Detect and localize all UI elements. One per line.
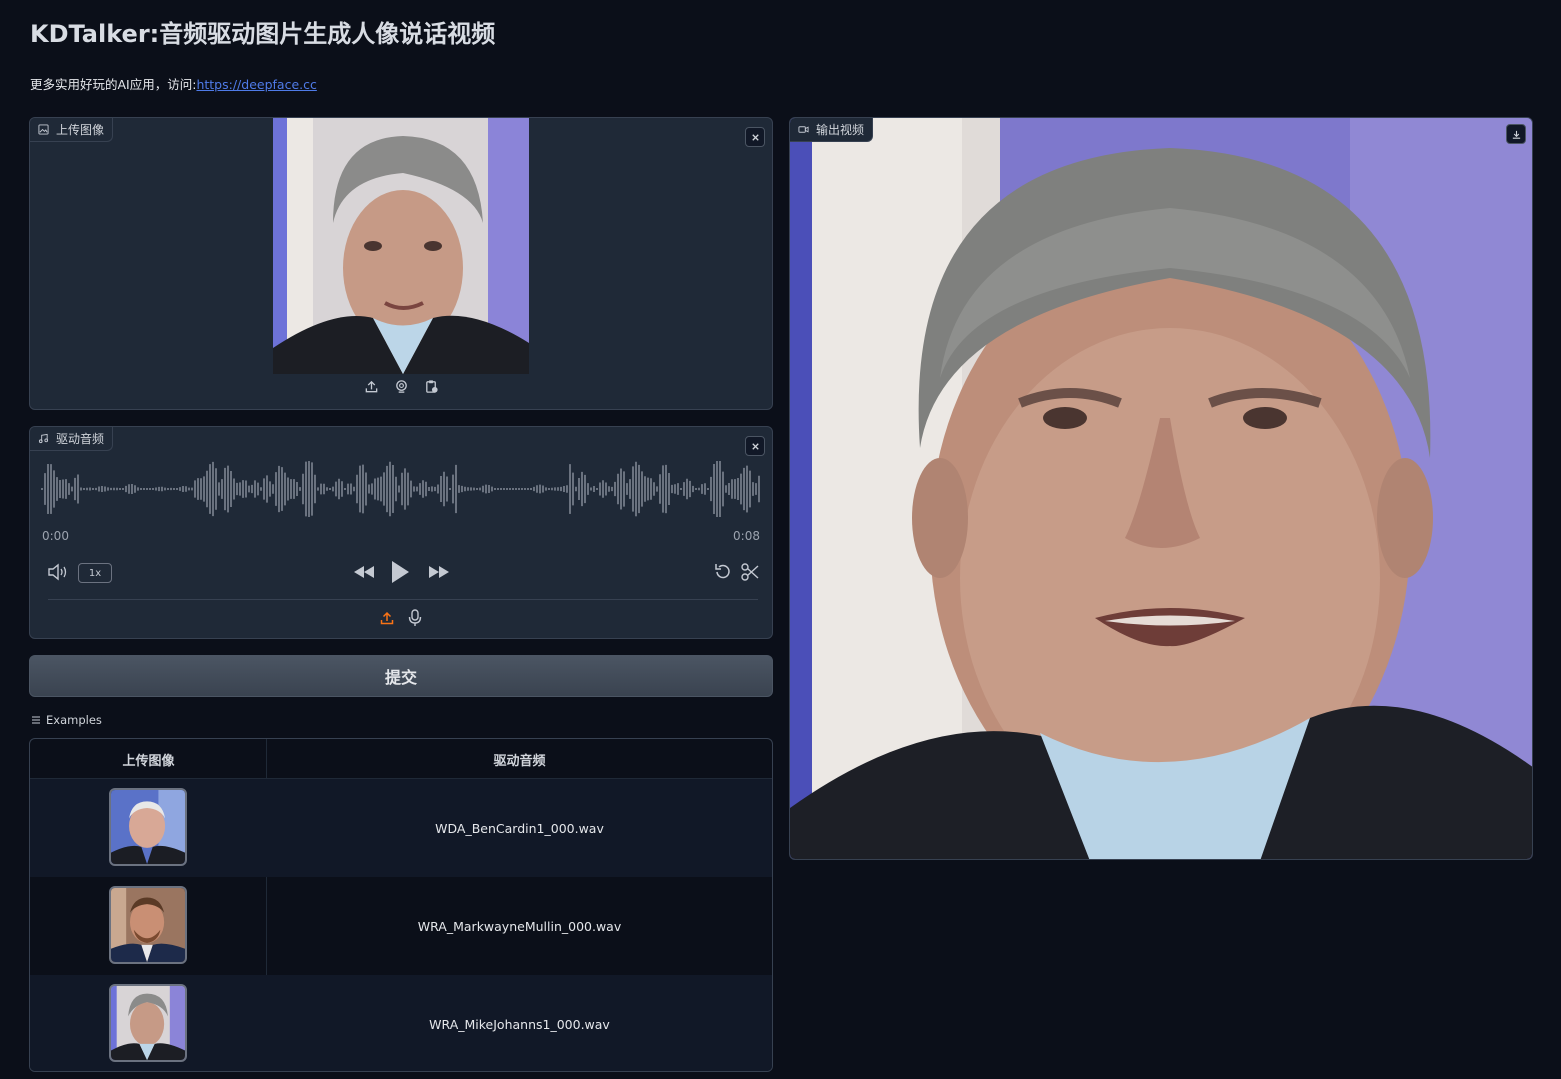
close-icon: [751, 133, 759, 141]
output-video-label-text: 输出视频: [816, 123, 865, 137]
playback-speed-button[interactable]: 1x: [78, 563, 112, 583]
download-icon: [1512, 130, 1520, 139]
upload-image-label: 上传图像: [30, 118, 114, 142]
examples-table: 上传图像 驱动音频 WDA_BenCardin1_000.wav WRA_Mar…: [29, 738, 773, 1072]
upload-icon[interactable]: [379, 609, 395, 627]
play-icon[interactable]: [388, 559, 412, 585]
undo-icon[interactable]: [712, 562, 734, 582]
submit-button[interactable]: 提交: [29, 655, 773, 697]
example-thumbnail: [109, 788, 187, 866]
examples-header-image: 上传图像: [122, 753, 175, 769]
upload-icon[interactable]: [363, 378, 379, 394]
deepface-link[interactable]: https://deepface.cc: [196, 77, 316, 92]
example-audio-filename: WDA_BenCardin1_000.wav: [435, 820, 604, 836]
scissors-icon[interactable]: [739, 562, 761, 582]
example-row-2[interactable]: WRA_MarkwayneMullin_000.wav: [30, 877, 772, 975]
music-note-icon: [38, 433, 49, 444]
output-video-label: 输出视频: [790, 118, 874, 142]
close-icon: [751, 442, 759, 450]
examples-header-row: 上传图像 驱动音频: [30, 739, 772, 779]
example-audio-filename: WRA_MarkwayneMullin_000.wav: [417, 918, 622, 934]
subtitle: 更多实用好玩的AI应用，访问:https://deepface.cc: [30, 74, 317, 93]
volume-icon[interactable]: [46, 562, 70, 582]
list-icon: [32, 716, 40, 724]
example-audio-filename: WRA_MikeJohanns1_000.wav: [429, 1016, 610, 1032]
driving-audio-label: 驱动音频: [30, 427, 114, 451]
audio-source-options: [30, 609, 772, 627]
audio-divider: [48, 599, 758, 600]
clipboard-icon[interactable]: [423, 378, 439, 394]
output-video-frame[interactable]: [790, 118, 1532, 859]
fast-forward-icon[interactable]: [426, 563, 452, 581]
example-thumbnail: [109, 886, 187, 964]
clear-image-button[interactable]: [745, 127, 765, 147]
example-thumbnail: [109, 984, 187, 1062]
page-title: KDTalker:音频驱动图片生成人像说话视频: [30, 20, 496, 48]
driving-audio-label-text: 驱动音频: [56, 432, 105, 446]
audio-waveform[interactable]: [41, 461, 761, 517]
image-source-options: [30, 378, 772, 394]
output-video-panel[interactable]: 输出视频: [789, 117, 1533, 860]
driving-audio-panel[interactable]: 驱动音频 0:00 0:08 1x: [29, 426, 773, 639]
download-button[interactable]: [1506, 124, 1526, 144]
webcam-icon[interactable]: [393, 378, 409, 394]
example-row-1[interactable]: WDA_BenCardin1_000.wav: [30, 779, 772, 877]
current-time: 0:00: [42, 529, 69, 543]
video-icon: [798, 126, 809, 133]
upload-image-panel[interactable]: 上传图像: [29, 117, 773, 410]
subtitle-text: 更多实用好玩的AI应用，访问:: [30, 77, 197, 92]
clear-audio-button[interactable]: [745, 436, 765, 456]
examples-label: Examples: [31, 713, 102, 727]
upload-image-label-text: 上传图像: [56, 123, 105, 137]
examples-header-audio: 驱动音频: [493, 753, 546, 769]
microphone-icon[interactable]: [407, 609, 423, 627]
example-row-3[interactable]: WRA_MikeJohanns1_000.wav: [30, 975, 772, 1071]
examples-label-text: Examples: [46, 713, 102, 727]
audio-controls: 1x: [30, 559, 772, 585]
image-icon: [38, 124, 49, 135]
rewind-icon[interactable]: [351, 563, 377, 581]
duration: 0:08: [733, 529, 760, 543]
uploaded-portrait-image: [273, 118, 529, 374]
